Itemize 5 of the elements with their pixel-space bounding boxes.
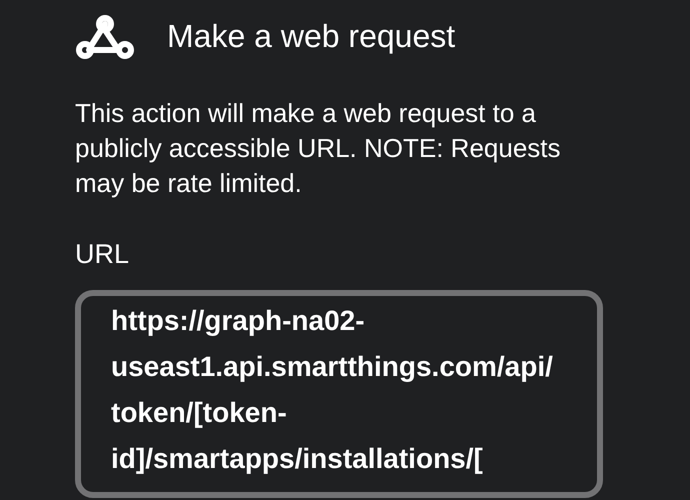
webhook-icon: [75, 12, 135, 60]
url-field[interactable]: https://graph-na02-useast1.api.smartthings.com/api/token/[token-id]/smartapps/installations/[: [75, 290, 603, 498]
field-label: URL: [75, 239, 130, 270]
description-text: This action will make a web request to a publicly accessible URL. NOTE: Requests may be rate limited.: [75, 97, 562, 200]
page-title: Make a web request: [167, 18, 456, 54]
